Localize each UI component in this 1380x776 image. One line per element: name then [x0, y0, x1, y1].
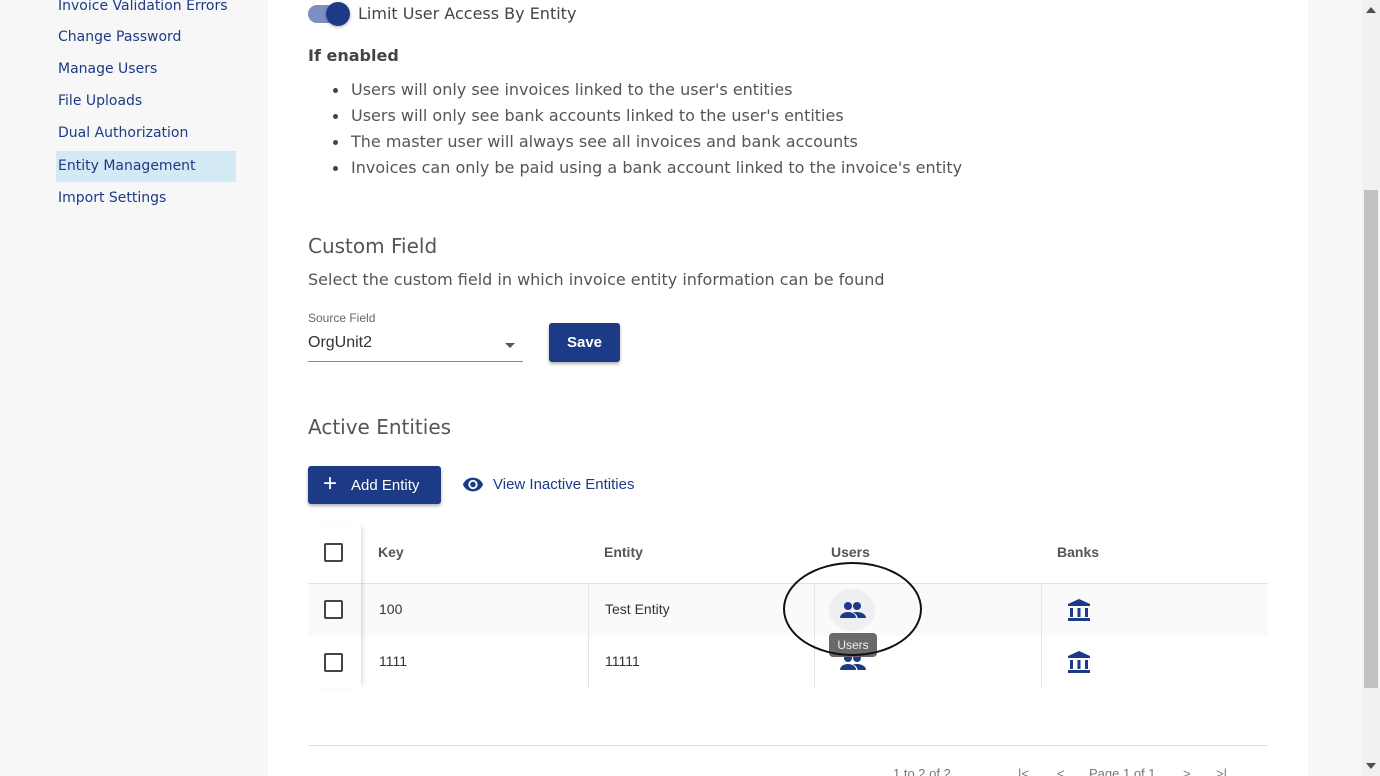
pagination-range: 1 to 2 of 2 [893, 766, 951, 776]
table-row: 1111 11111 [308, 636, 1268, 688]
pagination-page: Page 1 of 1 [1089, 766, 1156, 776]
custom-field-title: Custom Field [308, 234, 438, 258]
sidebar-item-import-settings[interactable]: Import Settings [56, 183, 236, 214]
next-page-icon[interactable]: > [1183, 766, 1191, 776]
sidebar-item-entity-management[interactable]: Entity Management [56, 151, 236, 182]
plus-icon: + [323, 470, 338, 497]
cell-entity: Test Entity [605, 601, 670, 617]
sidebar-item-dual-authorization[interactable]: Dual Authorization [56, 118, 236, 149]
eye-icon [462, 477, 484, 492]
entities-table-header: Key Entity Users Banks [308, 524, 1268, 584]
previous-page-icon[interactable]: < [1057, 766, 1065, 776]
column-header-banks[interactable]: Banks [1057, 544, 1099, 560]
view-inactive-label: View Inactive Entities [493, 476, 635, 493]
bullet-item: Users will only see bank accounts linked… [333, 106, 844, 125]
custom-field-description: Select the custom field in which invoice… [308, 270, 885, 289]
cell-entity: 11111 [605, 653, 640, 669]
sidebar-item-invoice-validation-errors[interactable]: Invoice Validation Errors [56, 0, 236, 22]
add-entity-button[interactable]: + Add Entity [308, 466, 441, 504]
table-footer-divider [308, 745, 1268, 746]
column-header-key[interactable]: Key [378, 544, 404, 560]
scroll-down-icon[interactable] [1366, 763, 1376, 769]
if-enabled-heading: If enabled [308, 46, 399, 65]
sidebar: Invoice Validation Errors Change Passwor… [0, 0, 268, 776]
toggle-label: Limit User Access By Entity [358, 4, 577, 23]
cell-key: 100 [379, 601, 403, 617]
cell-key: 1111 [379, 653, 408, 669]
sidebar-item-change-password[interactable]: Change Password [56, 22, 236, 53]
last-page-icon[interactable]: >| [1216, 766, 1227, 776]
bullet-item: Users will only see invoices linked to t… [332, 80, 792, 99]
toggle-knob[interactable] [326, 2, 350, 26]
column-header-users[interactable]: Users [831, 544, 870, 560]
column-header-entity[interactable]: Entity [604, 544, 643, 560]
scroll-up-icon[interactable] [1366, 7, 1376, 13]
source-field-label: Source Field [308, 311, 376, 325]
pinned-column-shadow [308, 524, 361, 688]
bank-icon[interactable] [1067, 650, 1091, 674]
first-page-icon[interactable]: |< [1018, 766, 1029, 776]
source-field-select[interactable]: OrgUnit2 [308, 330, 523, 362]
save-button[interactable]: Save [549, 323, 620, 362]
sidebar-item-file-uploads[interactable]: File Uploads [56, 86, 236, 117]
sidebar-item-manage-users[interactable]: Manage Users [56, 54, 236, 85]
page-scrollbar[interactable] [1362, 0, 1380, 776]
bank-icon[interactable] [1067, 598, 1091, 622]
active-entities-title: Active Entities [308, 415, 452, 439]
add-entity-label: Add Entity [351, 477, 420, 494]
source-field-value: OrgUnit2 [308, 334, 373, 351]
bullet-item: The master user will always see all invo… [333, 132, 858, 151]
chevron-down-icon [505, 343, 515, 348]
annotation-circle [783, 562, 922, 656]
bullet-item: Invoices can only be paid using a bank a… [332, 158, 962, 177]
scroll-thumb[interactable] [1364, 190, 1378, 688]
